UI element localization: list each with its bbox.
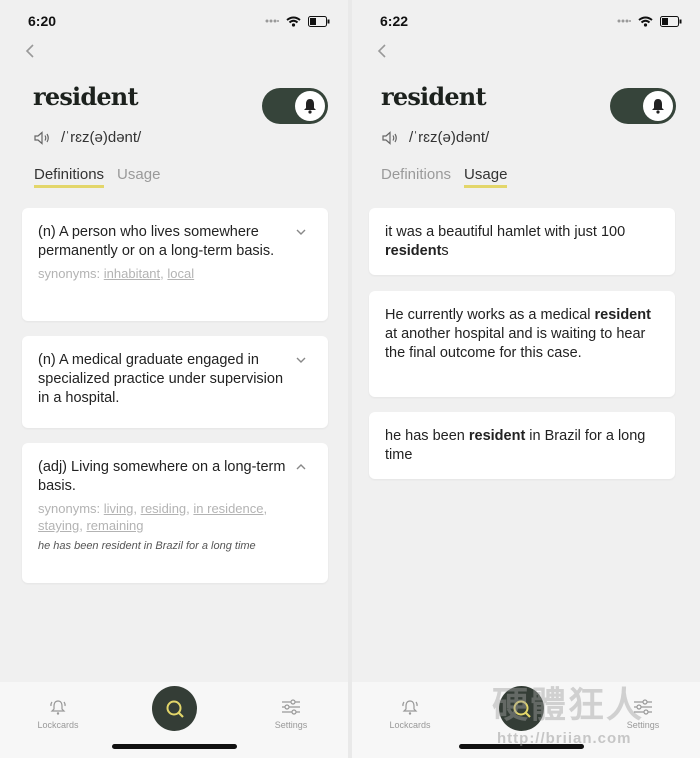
example-sentence: he has been resident in Brazil for a lon…: [38, 540, 256, 552]
definition-text: (adj) Living somewhere on a long-term ba…: [38, 459, 286, 494]
usage-keyword: resident: [594, 307, 651, 323]
notification-toggle[interactable]: [610, 88, 676, 124]
home-indicator: [112, 744, 237, 749]
synonyms: synonyms: inhabitant, local: [38, 266, 195, 281]
chevron-up-icon[interactable]: [296, 462, 306, 472]
definition-card[interactable]: (n) A medical graduate engaged in specia…: [22, 336, 328, 428]
usage-sentence: He currently works as a medical resident…: [385, 306, 659, 363]
speaker-icon[interactable]: [382, 130, 400, 145]
synonym-link[interactable]: remaining: [86, 518, 143, 533]
tab-bar: Definitions Usage: [34, 166, 160, 188]
synonyms-label: synonyms:: [38, 266, 101, 281]
synonym-link[interactable]: local: [167, 266, 194, 281]
nav-settings[interactable]: Settings: [251, 698, 331, 730]
bell-ring-icon: [402, 700, 418, 715]
usage-card: He currently works as a medical resident…: [369, 291, 675, 397]
tab-usage[interactable]: Usage: [117, 166, 160, 188]
search-button[interactable]: [152, 686, 197, 731]
speaker-icon[interactable]: [34, 130, 52, 145]
chevron-down-icon[interactable]: [296, 227, 306, 237]
usage-text: He currently works as a medical: [385, 307, 595, 323]
definition-card[interactable]: (adj) Living somewhere on a long-term ba…: [22, 443, 328, 583]
nav-settings-label: Settings: [274, 720, 308, 730]
usage-sentence: it was a beautiful hamlet with just 100 …: [385, 223, 659, 261]
battery-icon: [660, 15, 682, 27]
pronunciation-row: /ˈrɛz(ə)dənt/: [382, 129, 489, 146]
status-time: 6:20: [28, 13, 57, 29]
screen-definitions: 6:20 resident /ˈrɛz(ə)dənt/ Definitions …: [0, 0, 348, 758]
nav-lockcards-label: Lockcards: [37, 720, 79, 730]
bell-icon: [304, 99, 316, 114]
definition-card[interactable]: (n) A person who lives somewhere permane…: [22, 208, 328, 321]
synonym-link[interactable]: staying: [38, 518, 79, 533]
chevron-down-icon[interactable]: [296, 355, 306, 365]
definition-text: (n) A person who lives somewhere permane…: [38, 224, 275, 259]
search-icon: [166, 700, 184, 718]
pronunciation-text: /ˈrɛz(ə)dənt/: [61, 129, 142, 146]
back-chevron-icon[interactable]: [24, 42, 40, 62]
signal-icon: [265, 19, 279, 23]
usage-card: he has been resident in Brazil for a lon…: [369, 412, 675, 479]
word-title: resident: [381, 82, 487, 111]
tab-usage[interactable]: Usage: [464, 166, 508, 188]
status-icons: [265, 15, 330, 27]
definition-text: (n) A medical graduate engaged in specia…: [38, 352, 284, 406]
bell-icon: [652, 99, 664, 114]
wifi-icon: [638, 16, 653, 27]
watermark-url: http://briian.com: [497, 730, 632, 747]
usage-keyword: resident: [385, 243, 442, 259]
nav-lockcards-label: Lockcards: [389, 720, 431, 730]
status-icons: [617, 15, 682, 27]
usage-sentence: he has been resident in Brazil for a lon…: [385, 427, 659, 465]
tab-definitions[interactable]: Definitions: [381, 166, 451, 188]
nav-lockcards[interactable]: Lockcards: [370, 698, 450, 730]
usage-keyword: resident: [468, 428, 526, 444]
synonym-link[interactable]: residing: [141, 501, 187, 516]
synonyms-label: synonyms:: [38, 501, 101, 516]
synonym-link[interactable]: inhabitant: [104, 266, 160, 281]
word-title: resident: [33, 82, 139, 111]
tab-bar: Definitions Usage: [381, 166, 508, 188]
usage-card: it was a beautiful hamlet with just 100 …: [369, 208, 675, 275]
screen-usage: 6:22 resident /ˈrɛz(ə)dənt/ Definitions …: [352, 0, 700, 758]
sliders-icon: [282, 699, 300, 715]
toggle-knob: [643, 91, 673, 121]
nav-lockcards[interactable]: Lockcards: [18, 698, 98, 730]
signal-icon: [617, 19, 631, 23]
status-bar: 6:20: [28, 12, 330, 30]
usage-text: it was a beautiful hamlet with just 100: [385, 224, 626, 240]
toggle-knob: [295, 91, 325, 121]
synonym-link[interactable]: living: [104, 501, 134, 516]
usage-text: s: [441, 243, 449, 259]
status-time: 6:22: [380, 13, 409, 29]
notification-toggle[interactable]: [262, 88, 328, 124]
status-bar: 6:22: [380, 12, 682, 30]
pronunciation-row: /ˈrɛz(ə)dənt/: [34, 129, 141, 146]
synonyms: synonyms: living, residing, in residence…: [38, 501, 268, 533]
usage-text: at another hospital and is waiting to he…: [385, 326, 646, 361]
wifi-icon: [286, 16, 301, 27]
back-chevron-icon[interactable]: [376, 42, 392, 62]
pronunciation-text: /ˈrɛz(ə)dənt/: [409, 129, 490, 146]
watermark-logo: 硬體狂人: [492, 684, 645, 725]
bell-ring-icon: [50, 700, 66, 715]
synonym-link[interactable]: in residence: [193, 501, 263, 516]
battery-icon: [308, 15, 330, 27]
tab-definitions[interactable]: Definitions: [34, 166, 105, 188]
usage-text: he has been: [385, 428, 469, 444]
